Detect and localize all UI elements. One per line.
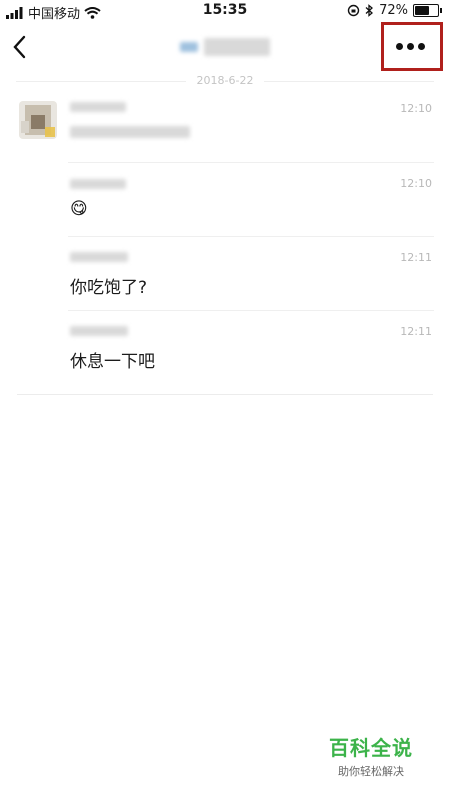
status-bar: 中国移动 15:35 72%	[0, 0, 450, 22]
chevron-left-icon	[13, 35, 26, 59]
message-divider	[68, 162, 434, 163]
message-divider	[68, 310, 434, 311]
sender-name-blurred	[70, 252, 128, 262]
avatar-image	[19, 101, 57, 139]
watermark-logo: 百科全说 助你轻松解决	[326, 732, 416, 779]
message-text-blurred	[70, 126, 190, 138]
message-time: 12:11	[400, 251, 432, 264]
more-dots-icon	[396, 43, 403, 50]
date-separator: 2018-6-22	[0, 72, 450, 92]
battery-percent: 72%	[379, 3, 408, 18]
status-right: 72%	[347, 3, 442, 18]
message-text: 休息一下吧	[70, 352, 155, 372]
battery-level	[415, 6, 429, 15]
message-time: 12:10	[400, 177, 432, 190]
message-time: 12:11	[400, 325, 432, 338]
battery-icon	[413, 4, 439, 17]
list-end-divider	[17, 394, 433, 395]
back-button[interactable]	[8, 32, 32, 62]
message-1[interactable]: 12:10	[68, 100, 434, 160]
message-2[interactable]: 12:10 😋	[68, 175, 434, 235]
rotation-lock-icon	[347, 4, 360, 17]
sender-name-blurred	[70, 179, 126, 189]
battery-tip	[440, 8, 442, 13]
message-divider	[68, 236, 434, 237]
more-button-highlight	[381, 22, 443, 71]
message-time: 12:10	[400, 102, 432, 115]
bluetooth-icon	[365, 4, 374, 17]
sender-name-blurred	[70, 326, 128, 336]
watermark-title: 百科全说	[329, 736, 413, 760]
avatar[interactable]	[19, 101, 57, 139]
message-4[interactable]: 12:11 休息一下吧	[68, 323, 434, 383]
watermark-subtitle: 助你轻松解决	[338, 765, 404, 778]
more-button[interactable]	[396, 43, 425, 50]
message-3[interactable]: 12:11 你吃饱了?	[68, 249, 434, 309]
sender-name-blurred	[70, 102, 126, 112]
message-text: 你吃饱了?	[70, 278, 148, 298]
message-emoji: 😋	[70, 199, 88, 219]
chat-title-blurred	[180, 36, 272, 58]
